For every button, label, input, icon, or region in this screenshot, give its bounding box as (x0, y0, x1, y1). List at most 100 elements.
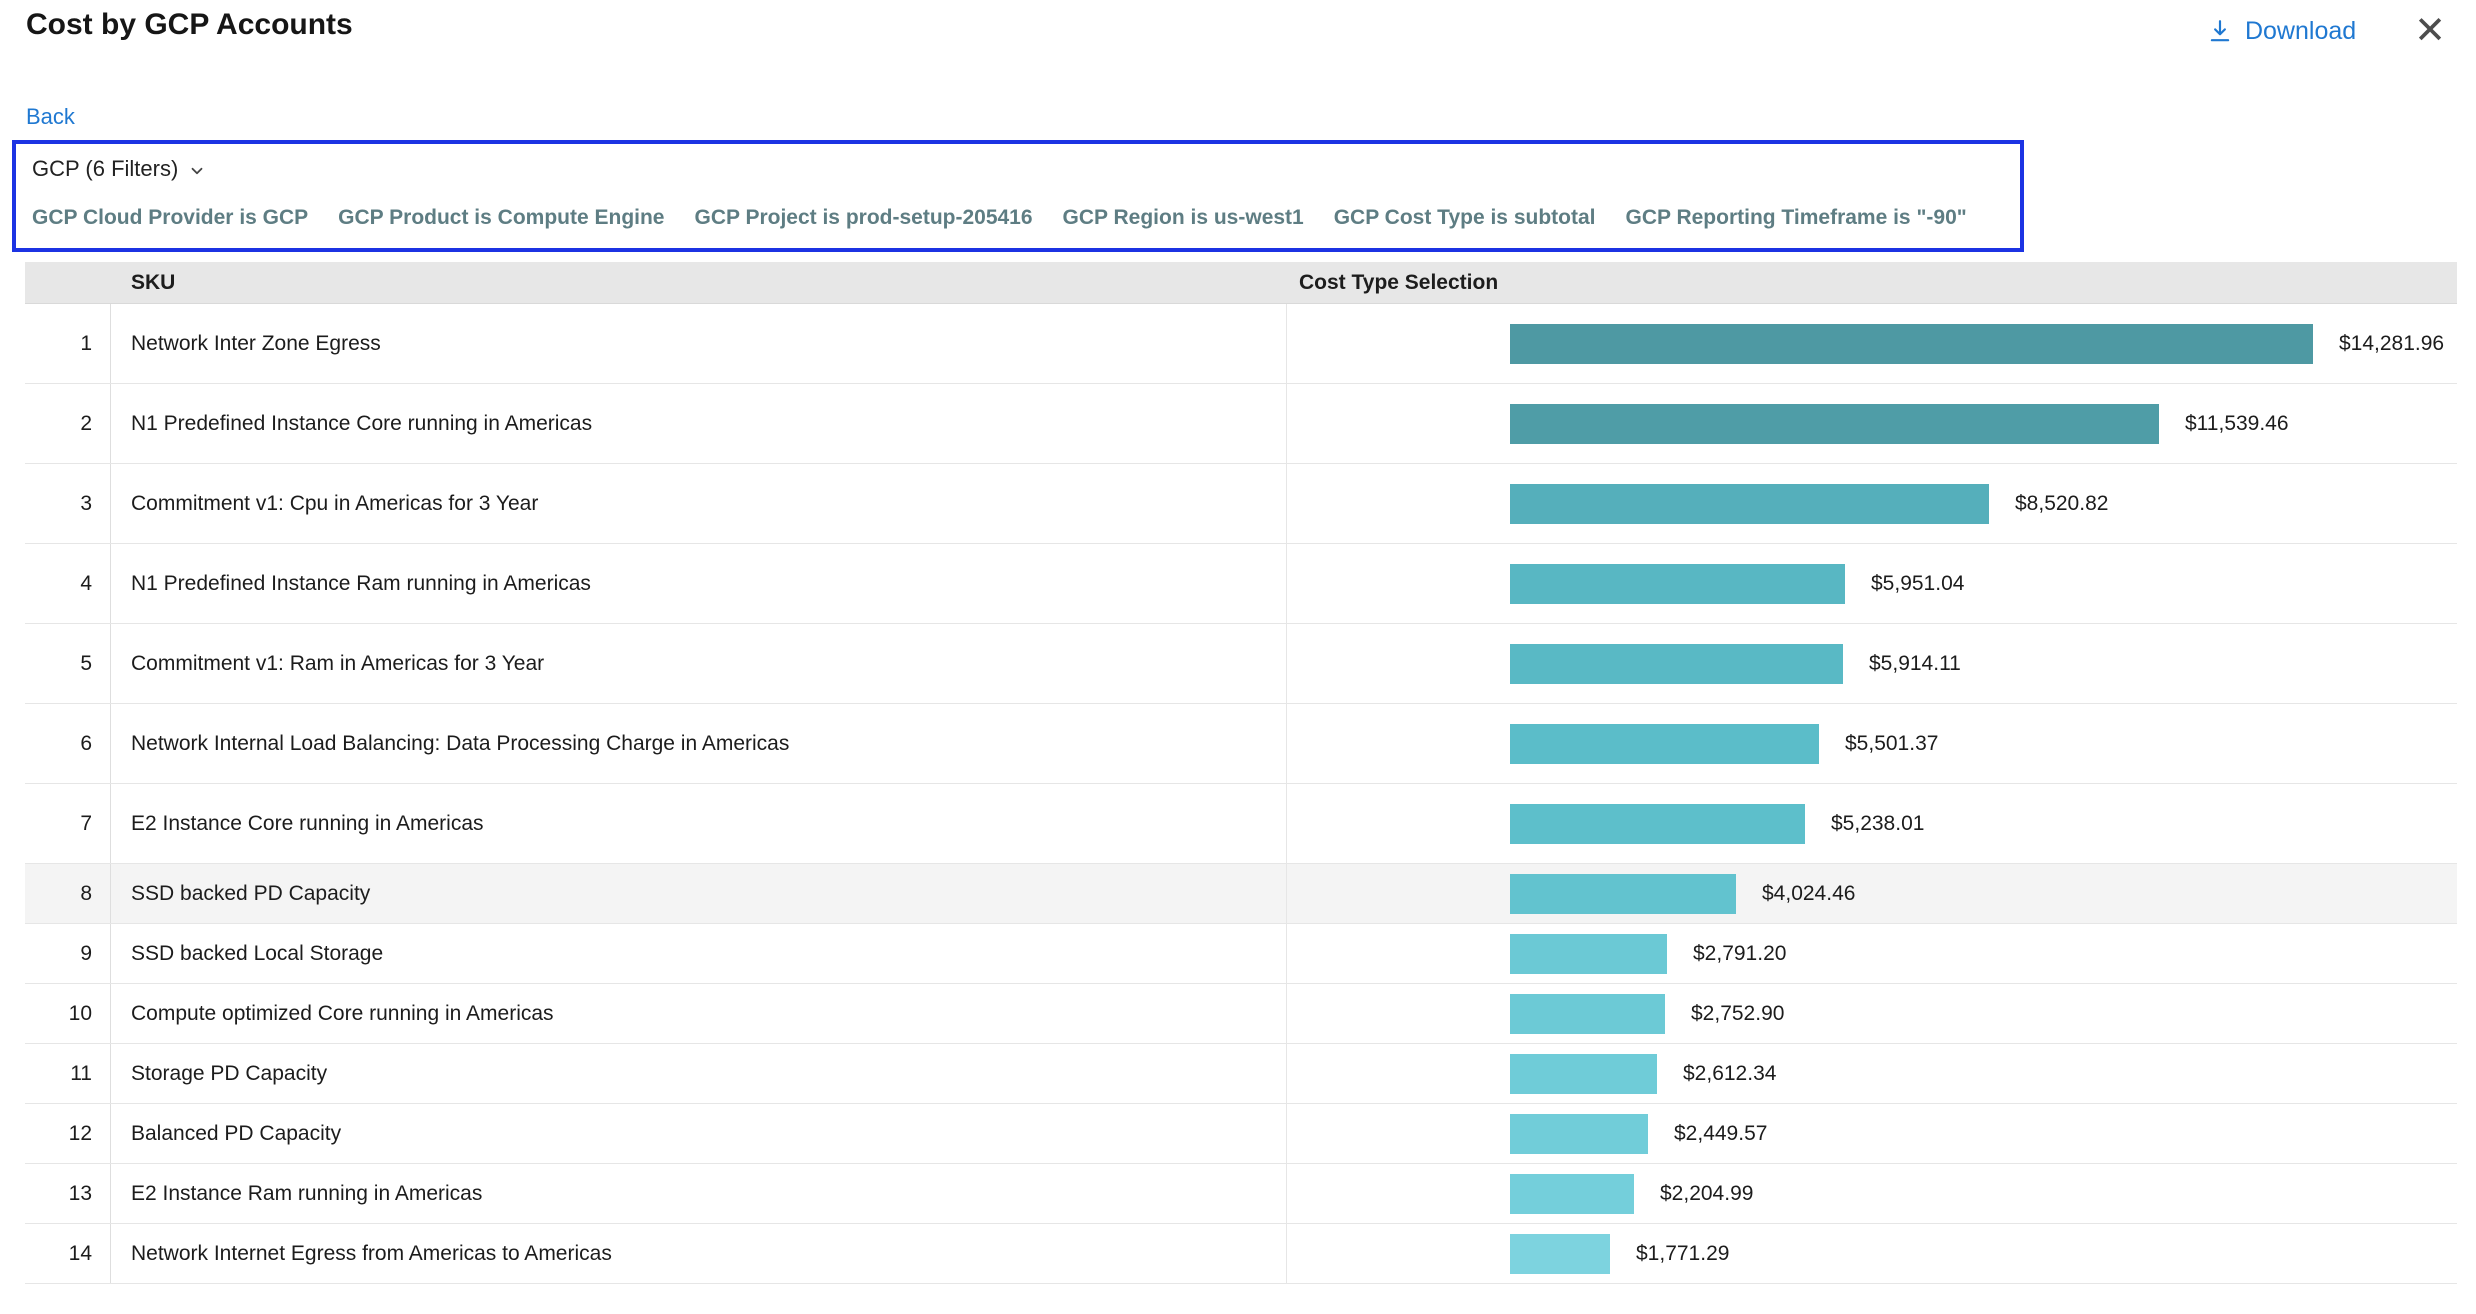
cost-bar (1510, 324, 2313, 364)
row-sku: Compute optimized Core running in Americ… (111, 984, 1287, 1043)
row-number: 12 (25, 1104, 111, 1163)
row-sku: Commitment v1: Cpu in Americas for 3 Yea… (111, 464, 1287, 543)
row-sku: Network Internal Load Balancing: Data Pr… (111, 704, 1287, 783)
row-chart-cell: $2,612.34 (1287, 1044, 2457, 1103)
table-row[interactable]: 3 Commitment v1: Cpu in Americas for 3 Y… (25, 464, 2457, 544)
cost-value-label: $5,501.37 (1845, 732, 1938, 756)
row-chart-cell: $2,204.99 (1287, 1164, 2457, 1223)
cost-bar (1510, 404, 2159, 444)
filter-condition: GCP Product is Compute Engine (338, 206, 664, 230)
filter-panel: GCP (6 Filters) GCP Cloud Provider is GC… (12, 140, 2024, 252)
header-sku: SKU (111, 271, 1287, 295)
table-row[interactable]: 9 SSD backed Local Storage $2,791.20 (25, 924, 2457, 984)
row-sku: Commitment v1: Ram in Americas for 3 Yea… (111, 624, 1287, 703)
cost-bar (1510, 644, 1843, 684)
row-chart-cell: $4,024.46 (1287, 864, 2457, 923)
row-number: 3 (25, 464, 111, 543)
row-sku: N1 Predefined Instance Core running in A… (111, 384, 1287, 463)
table-row[interactable]: 8 SSD backed PD Capacity $4,024.46 (25, 864, 2457, 924)
table-row[interactable]: 11 Storage PD Capacity $2,612.34 (25, 1044, 2457, 1104)
row-sku: Storage PD Capacity (111, 1044, 1287, 1103)
table-row[interactable]: 4 N1 Predefined Instance Ram running in … (25, 544, 2457, 624)
row-sku: SSD backed Local Storage (111, 924, 1287, 983)
row-sku: Network Inter Zone Egress (111, 304, 1287, 383)
row-number: 10 (25, 984, 111, 1043)
table-row[interactable]: 5 Commitment v1: Ram in Americas for 3 Y… (25, 624, 2457, 704)
row-sku: SSD backed PD Capacity (111, 864, 1287, 923)
back-link[interactable]: Back (26, 104, 75, 130)
cost-bar (1510, 1234, 1610, 1274)
table-header: SKU Cost Type Selection (25, 262, 2457, 304)
filter-condition: GCP Cloud Provider is GCP (32, 206, 308, 230)
top-actions: Download ✕ (2207, 12, 2446, 50)
cost-value-label: $4,024.46 (1762, 882, 1855, 906)
cost-bar (1510, 1114, 1648, 1154)
cost-table: SKU Cost Type Selection 1 Network Inter … (25, 262, 2457, 1284)
row-number: 7 (25, 784, 111, 863)
table-row[interactable]: 14 Network Internet Egress from Americas… (25, 1224, 2457, 1284)
row-number: 4 (25, 544, 111, 623)
download-icon (2207, 18, 2233, 44)
cost-value-label: $1,771.29 (1636, 1242, 1729, 1266)
row-number: 13 (25, 1164, 111, 1223)
row-number: 8 (25, 864, 111, 923)
close-icon[interactable]: ✕ (2414, 12, 2446, 50)
row-number: 9 (25, 924, 111, 983)
cost-bar (1510, 564, 1845, 604)
chevron-down-icon (188, 159, 206, 180)
row-number: 6 (25, 704, 111, 783)
row-chart-cell: $11,539.46 (1287, 384, 2457, 463)
row-sku: Network Internet Egress from Americas to… (111, 1224, 1287, 1283)
row-chart-cell: $2,791.20 (1287, 924, 2457, 983)
filter-condition: GCP Cost Type is subtotal (1334, 206, 1596, 230)
cost-value-label: $2,612.34 (1683, 1062, 1776, 1086)
table-body: 1 Network Inter Zone Egress $14,281.96 2… (25, 304, 2457, 1284)
row-chart-cell: $5,914.11 (1287, 624, 2457, 703)
row-chart-cell: $5,501.37 (1287, 704, 2457, 783)
filter-dropdown-label: GCP (6 Filters) (32, 156, 178, 182)
cost-bar (1510, 804, 1805, 844)
download-button[interactable]: Download (2207, 17, 2356, 46)
row-sku: Balanced PD Capacity (111, 1104, 1287, 1163)
filter-condition: GCP Project is prod-setup-205416 (694, 206, 1032, 230)
cost-value-label: $8,520.82 (2015, 492, 2108, 516)
row-number: 14 (25, 1224, 111, 1283)
table-row[interactable]: 2 N1 Predefined Instance Core running in… (25, 384, 2457, 464)
cost-value-label: $2,449.57 (1674, 1122, 1767, 1146)
cost-bar (1510, 934, 1667, 974)
cost-value-label: $5,914.11 (1869, 652, 1961, 676)
cost-bar (1510, 484, 1989, 524)
cost-value-label: $11,539.46 (2185, 412, 2289, 436)
row-chart-cell: $8,520.82 (1287, 464, 2457, 543)
table-row[interactable]: 1 Network Inter Zone Egress $14,281.96 (25, 304, 2457, 384)
header-cost-type-selection: Cost Type Selection (1287, 271, 2457, 295)
row-sku: E2 Instance Core running in Americas (111, 784, 1287, 863)
row-number: 2 (25, 384, 111, 463)
table-row[interactable]: 10 Compute optimized Core running in Ame… (25, 984, 2457, 1044)
cost-bar (1510, 724, 1819, 764)
row-number: 5 (25, 624, 111, 703)
page-title: Cost by GCP Accounts (26, 8, 353, 42)
filter-dropdown[interactable]: GCP (6 Filters) (32, 156, 206, 182)
row-chart-cell: $5,238.01 (1287, 784, 2457, 863)
download-label: Download (2245, 17, 2356, 46)
cost-bar (1510, 874, 1736, 914)
table-row[interactable]: 7 E2 Instance Core running in Americas $… (25, 784, 2457, 864)
table-row[interactable]: 6 Network Internal Load Balancing: Data … (25, 704, 2457, 784)
cost-value-label: $5,238.01 (1831, 812, 1924, 836)
row-chart-cell: $14,281.96 (1287, 304, 2457, 383)
cost-value-label: $5,951.04 (1871, 572, 1964, 596)
cost-value-label: $2,791.20 (1693, 942, 1786, 966)
row-sku: E2 Instance Ram running in Americas (111, 1164, 1287, 1223)
row-chart-cell: $2,752.90 (1287, 984, 2457, 1043)
filter-condition: GCP Region is us-west1 (1063, 206, 1304, 230)
table-row[interactable]: 12 Balanced PD Capacity $2,449.57 (25, 1104, 2457, 1164)
filter-conditions: GCP Cloud Provider is GCP GCP Product is… (32, 206, 2004, 230)
row-chart-cell: $1,771.29 (1287, 1224, 2457, 1283)
cost-value-label: $2,752.90 (1691, 1002, 1784, 1026)
filter-condition: GCP Reporting Timeframe is "-90" (1625, 206, 1966, 230)
table-row[interactable]: 13 E2 Instance Ram running in Americas $… (25, 1164, 2457, 1224)
cost-value-label: $14,281.96 (2339, 332, 2444, 356)
row-number: 1 (25, 304, 111, 383)
cost-bar (1510, 1174, 1634, 1214)
